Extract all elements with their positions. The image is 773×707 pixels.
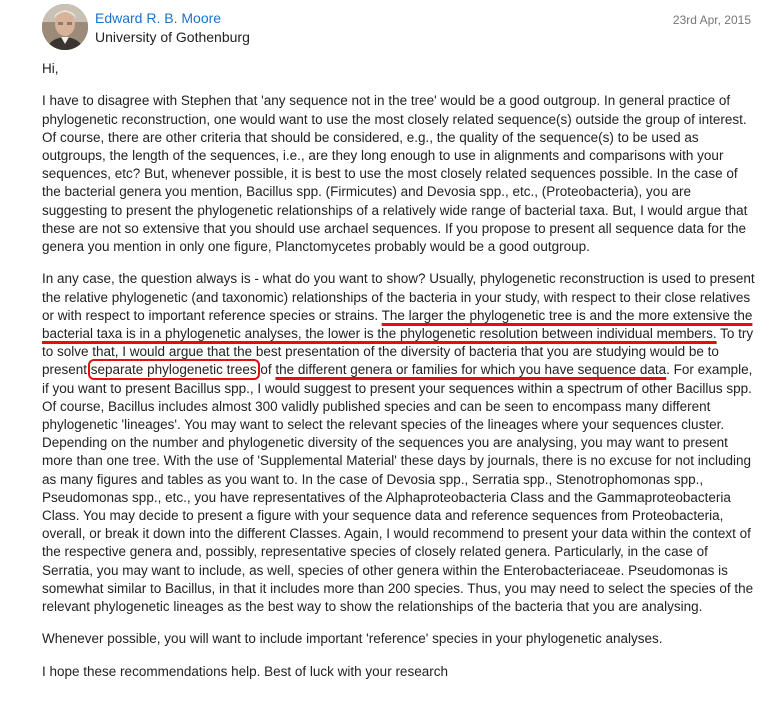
post-header: Edward R. B. Moore University of Gothenb…: [0, 0, 773, 60]
post-date: 23rd Apr, 2015: [672, 13, 751, 27]
author-affiliation: University of Gothenburg: [95, 29, 250, 45]
paragraph-question: In any case, the question always is - wh…: [42, 270, 758, 616]
post-body: Hi, I have to disagree with Stephen that…: [42, 60, 758, 695]
paragraph-text: . For example, if you want to present Ba…: [42, 362, 754, 615]
paragraph-text: of: [256, 362, 276, 378]
author-name-link[interactable]: Edward R. B. Moore: [95, 10, 221, 26]
paragraph-closing: I hope these recommendations help. Best …: [42, 663, 448, 679]
underlined-annotation: the different genera or families for whi…: [275, 362, 667, 378]
user-avatar-icon: [42, 4, 88, 50]
boxed-annotation: separate phylogenetic trees: [87, 359, 260, 381]
author-avatar[interactable]: [42, 4, 88, 50]
greeting: Hi,: [42, 61, 59, 76]
paragraph-reference-species: Whenever possible, you will want to incl…: [42, 631, 663, 647]
paragraph-outgroup: I have to disagree with Stephen that 'an…: [42, 93, 748, 255]
